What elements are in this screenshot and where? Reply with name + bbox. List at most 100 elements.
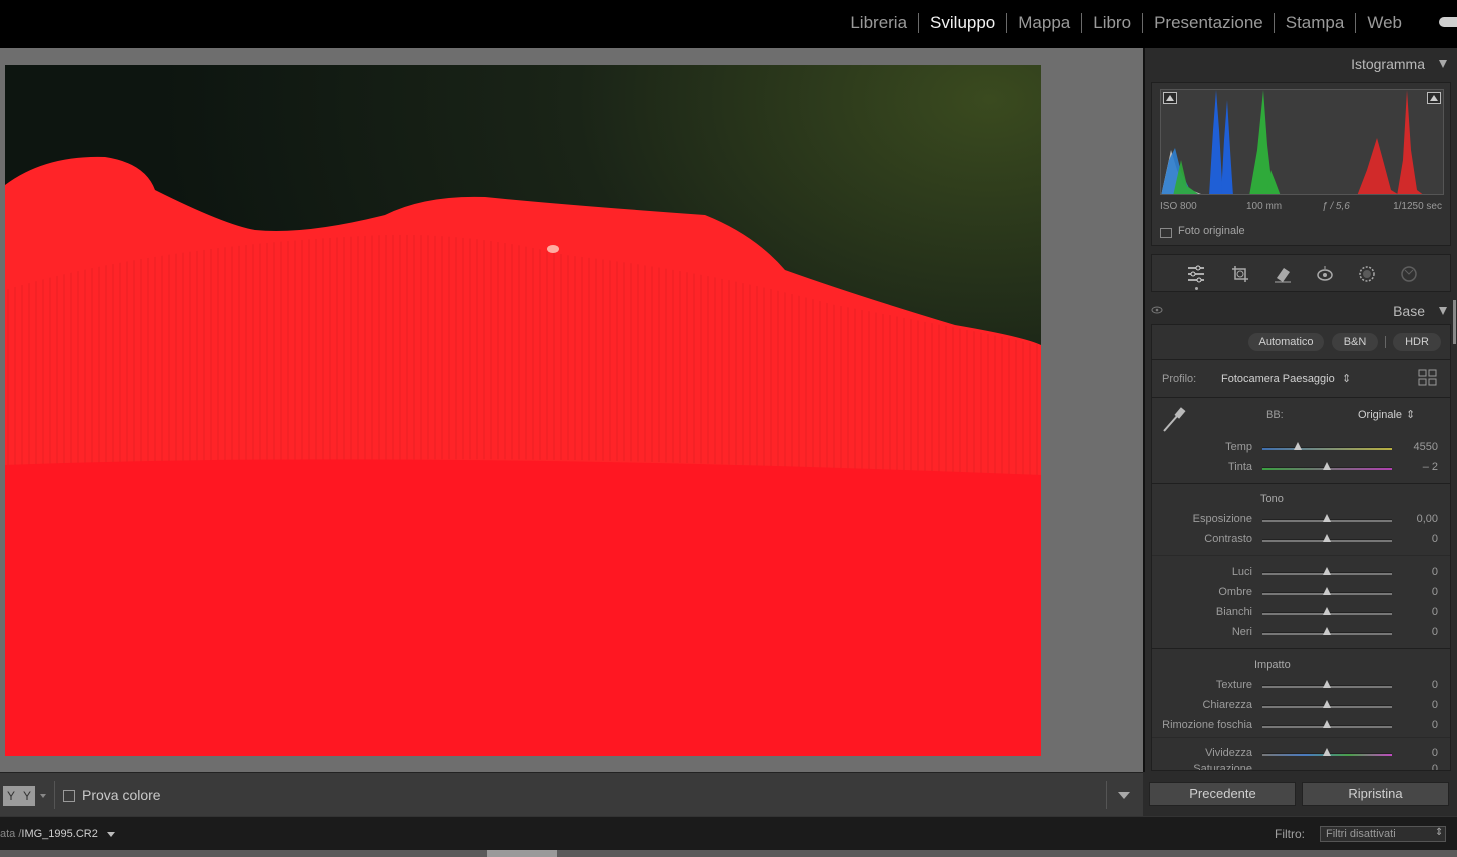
vibrance-value[interactable]: 0 — [1432, 747, 1438, 759]
blacks-value[interactable]: 0 — [1432, 626, 1438, 638]
soft-proof-checkbox[interactable] — [63, 790, 75, 802]
crop-icon[interactable] — [1230, 264, 1250, 284]
whites-slider-thumb[interactable] — [1323, 607, 1331, 615]
tint-slider[interactable] — [1262, 462, 1392, 470]
panel-scrollbar[interactable] — [1453, 300, 1456, 344]
temp-slider-thumb[interactable] — [1294, 442, 1303, 450]
bw-button[interactable]: B&N — [1332, 333, 1378, 351]
module-mappa[interactable]: Mappa — [1007, 12, 1081, 34]
wb-select-stepper-icon[interactable]: ⇕ — [1406, 408, 1415, 421]
filter-select[interactable]: Filtri disattivati — [1320, 826, 1446, 842]
shadow-clipping-icon[interactable] — [1163, 92, 1177, 104]
active-tool-indicator — [1195, 287, 1198, 290]
auto-button[interactable]: Automatico — [1248, 333, 1324, 351]
view-mode-before-after-a[interactable]: Y — [3, 786, 19, 806]
module-sviluppo[interactable]: Sviluppo — [919, 12, 1006, 34]
eye-icon[interactable] — [1151, 306, 1163, 314]
blacks-slider[interactable] — [1262, 627, 1392, 635]
shadows-value[interactable]: 0 — [1432, 586, 1438, 598]
chevron-down-icon[interactable] — [107, 832, 115, 837]
chevron-down-icon[interactable] — [40, 794, 46, 798]
divider — [1152, 397, 1450, 398]
cloud-icon[interactable] — [1439, 17, 1457, 27]
tint-slider-thumb[interactable] — [1323, 462, 1331, 470]
divider — [1152, 555, 1450, 556]
button-separator — [1385, 336, 1386, 348]
tool-strip — [1151, 254, 1451, 292]
exposure-value[interactable]: 0,00 — [1417, 513, 1438, 525]
clarity-slider-thumb[interactable] — [1323, 700, 1331, 708]
photo-preview[interactable] — [5, 65, 1041, 756]
base-panel-header[interactable]: Base — [1145, 296, 1457, 324]
original-photo-checkbox[interactable] — [1160, 228, 1172, 238]
contrast-slider[interactable] — [1262, 534, 1392, 542]
toolbar-options-chevron-icon[interactable] — [1118, 792, 1130, 799]
reset-icon[interactable] — [1399, 264, 1419, 284]
filter-label: Filtro: — [1275, 827, 1305, 841]
tint-value[interactable]: – 2 — [1423, 461, 1438, 473]
mask-icon[interactable] — [1357, 264, 1377, 284]
eyedropper-icon[interactable] — [1160, 405, 1188, 435]
highlights-slider[interactable] — [1262, 567, 1392, 575]
saturation-label: Saturazione — [1193, 763, 1252, 771]
whites-slider[interactable] — [1262, 607, 1392, 615]
shadows-slider-thumb[interactable] — [1323, 587, 1331, 595]
texture-value[interactable]: 0 — [1432, 679, 1438, 691]
vibrance-slider-thumb[interactable] — [1323, 748, 1331, 756]
panel-actions: Precedente Ripristina — [1143, 772, 1457, 816]
dehaze-slider-thumb[interactable] — [1323, 720, 1331, 728]
wb-select[interactable]: Originale — [1358, 409, 1402, 421]
exposure-slider-thumb[interactable] — [1323, 514, 1331, 522]
shadows-slider[interactable] — [1262, 587, 1392, 595]
filmstrip-selected-thumb[interactable] — [487, 850, 557, 857]
develop-right-panel: Istogramma ISO 800 100 mm ƒ / 5,6 1/1250… — [1143, 48, 1457, 816]
texture-slider[interactable] — [1262, 680, 1392, 688]
histogram-title[interactable]: Istogramma — [1351, 56, 1425, 72]
vibrance-slider[interactable] — [1262, 748, 1392, 756]
highlight-clipping-icon[interactable] — [1427, 92, 1441, 104]
original-photo-label: Foto originale — [1178, 225, 1245, 237]
module-presentazione[interactable]: Presentazione — [1143, 12, 1274, 34]
dehaze-label: Rimozione foschia — [1162, 719, 1252, 731]
module-libro[interactable]: Libro — [1082, 12, 1142, 34]
tone-section-title: Tono — [1260, 493, 1284, 505]
temp-slider[interactable] — [1262, 442, 1392, 450]
whites-value[interactable]: 0 — [1432, 606, 1438, 618]
previous-button[interactable]: Precedente — [1149, 782, 1296, 806]
wb-label: BB: — [1266, 409, 1284, 421]
profile-browser-icon[interactable] — [1418, 369, 1438, 387]
temp-value[interactable]: 4550 — [1414, 441, 1438, 453]
contrast-value[interactable]: 0 — [1432, 533, 1438, 545]
profile-select-stepper-icon[interactable]: ⇕ — [1342, 372, 1351, 385]
clarity-value[interactable]: 0 — [1432, 699, 1438, 711]
filter-stepper-icon[interactable]: ⇕ — [1435, 827, 1443, 838]
collapse-base-icon[interactable] — [1439, 307, 1447, 315]
exif-iso: ISO 800 — [1160, 201, 1197, 212]
highlights-value[interactable]: 0 — [1432, 566, 1438, 578]
dehaze-slider[interactable] — [1262, 720, 1392, 728]
image-canvas[interactable] — [0, 48, 1143, 772]
profile-select[interactable]: Fotocamera Paesaggio — [1221, 373, 1335, 385]
reset-button[interactable]: Ripristina — [1302, 782, 1449, 806]
highlights-slider-thumb[interactable] — [1323, 567, 1331, 575]
sliders-icon[interactable] — [1186, 264, 1206, 284]
exif-shutter: 1/1250 sec — [1393, 201, 1442, 212]
dehaze-value[interactable]: 0 — [1432, 719, 1438, 731]
saturation-value[interactable]: 0 — [1432, 763, 1438, 770]
module-web[interactable]: Web — [1356, 12, 1413, 34]
module-stampa[interactable]: Stampa — [1275, 12, 1356, 34]
view-mode-before-after-b[interactable]: Y — [19, 786, 35, 806]
texture-slider-thumb[interactable] — [1323, 680, 1331, 688]
exposure-slider[interactable] — [1262, 514, 1392, 522]
histogram-curves — [1161, 90, 1423, 194]
red-eye-icon[interactable] — [1315, 264, 1335, 284]
hdr-button[interactable]: HDR — [1393, 333, 1441, 351]
source-path[interactable]: ata /IMG_1995.CR2 — [0, 828, 98, 840]
clarity-slider[interactable] — [1262, 700, 1392, 708]
module-libreria[interactable]: Libreria — [839, 12, 918, 34]
collapse-histogram-icon[interactable] — [1439, 60, 1447, 68]
blacks-slider-thumb[interactable] — [1323, 627, 1331, 635]
eraser-icon[interactable] — [1273, 264, 1293, 284]
histogram-graph[interactable] — [1160, 89, 1444, 195]
contrast-slider-thumb[interactable] — [1323, 534, 1331, 542]
